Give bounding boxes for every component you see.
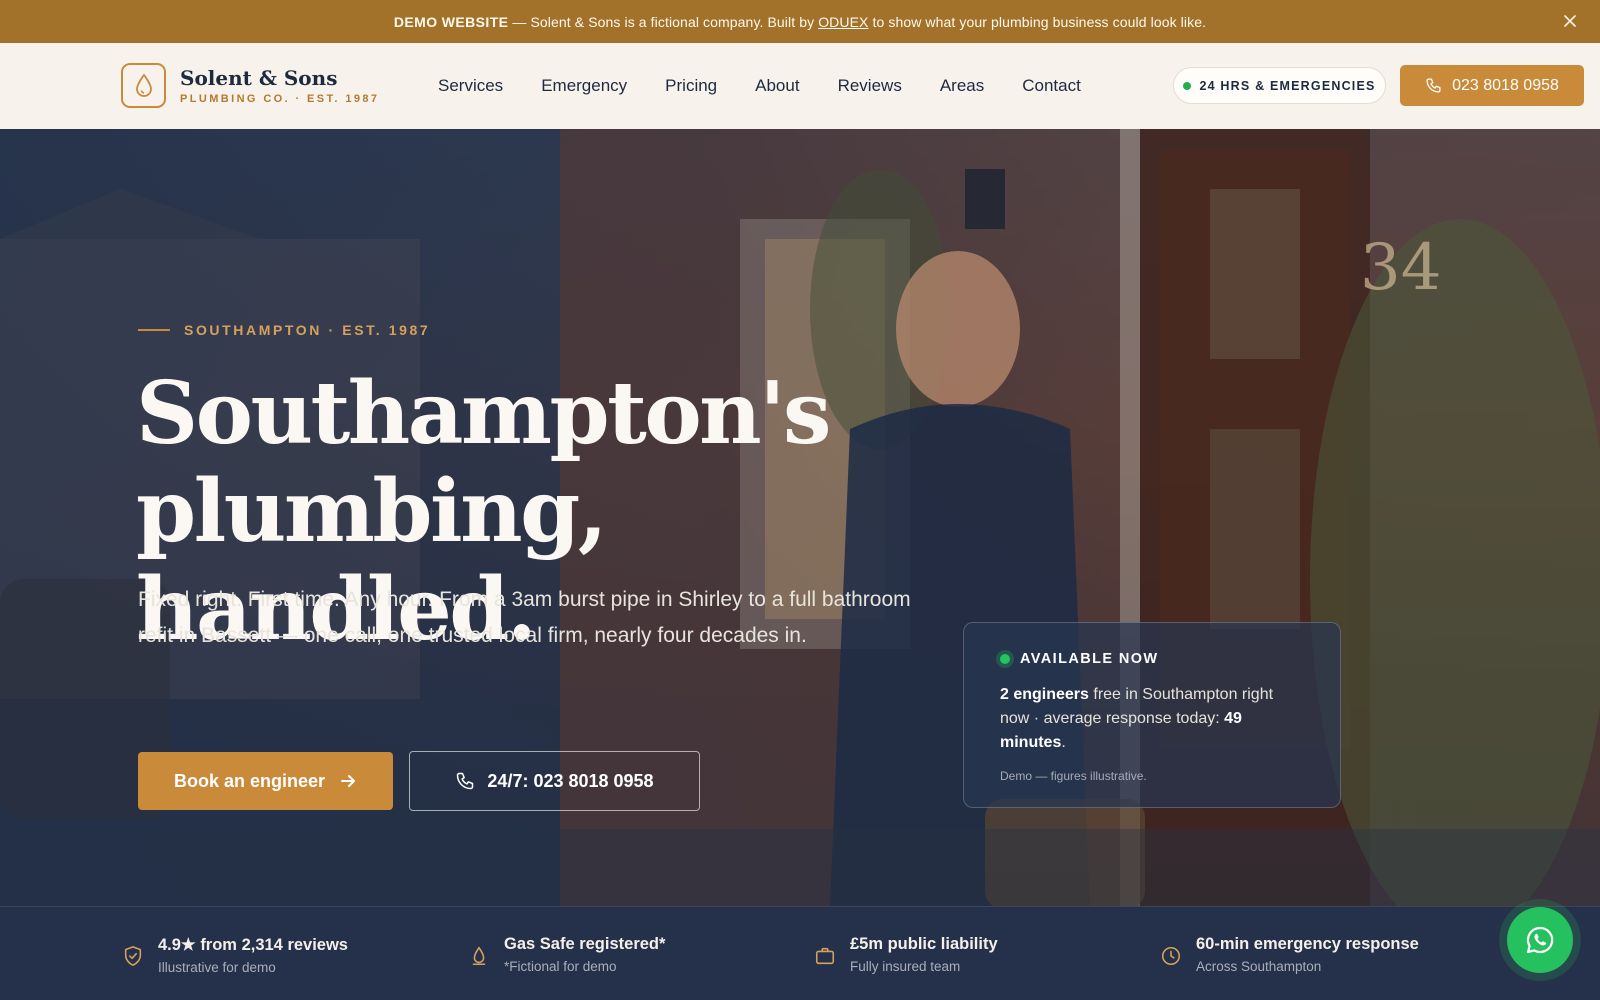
nav-services[interactable]: Services (438, 76, 503, 96)
status-dot (1000, 654, 1010, 664)
logo-name: Solent & Sons (180, 65, 338, 90)
nav-about[interactable]: About (755, 76, 799, 96)
trust-item-reviews: 4.9★ from 2,314 reviews Illustrative for… (122, 935, 348, 975)
hero-subtext: Fixed right. First time. Any hour. From … (138, 588, 911, 647)
availability-heading-text: AVAILABLE NOW (1020, 651, 1159, 667)
whatsapp-button[interactable] (1507, 907, 1573, 973)
nav-reviews[interactable]: Reviews (838, 76, 902, 96)
banner-link[interactable]: ODUEX (818, 14, 868, 30)
nav-pricing[interactable]: Pricing (665, 76, 717, 96)
briefcase-icon (815, 947, 835, 965)
logo-text: Solent & Sons PLUMBING CO. · EST. 1987 (180, 67, 379, 105)
emergency-call-button[interactable]: 24/7: 023 8018 0958 (409, 751, 700, 811)
trust-title: Gas Safe registered* (504, 935, 666, 953)
droplet-icon (121, 63, 166, 108)
nav-contact[interactable]: Contact (1022, 76, 1081, 96)
clock-icon (1161, 946, 1181, 966)
phone-icon (1426, 78, 1441, 93)
main-nav: Services Emergency Pricing About Reviews… (438, 43, 1119, 129)
demo-banner: DEMO WEBSITE — Solent & Sons is a fictio… (0, 0, 1600, 43)
trust-bar: 4.9★ from 2,314 reviews Illustrative for… (0, 906, 1600, 1000)
arrow-right-icon (341, 775, 356, 787)
emergency-call-label: 24/7: 023 8018 0958 (487, 770, 654, 791)
trust-title: 4.9★ from 2,314 reviews (158, 936, 348, 954)
trust-sub: Fully insured team (850, 959, 961, 974)
banner-strong: DEMO WEBSITE (393, 13, 509, 30)
hero-eyebrow: SOUTHAMPTON · EST. 1987 (138, 322, 430, 338)
logo[interactable]: Solent & Sons PLUMBING CO. · EST. 1987 (121, 63, 379, 108)
status-dot (1183, 81, 1192, 90)
trust-item-gas-safe: Gas Safe registered* *Fictional for demo (468, 935, 665, 974)
availability-body: 2 engineers free in Southampton right no… (1000, 683, 1304, 755)
logo-sub: PLUMBING CO. · EST. 1987 (180, 92, 380, 105)
site-header: Solent & Sons PLUMBING CO. · EST. 1987 S… (0, 43, 1600, 129)
book-engineer-button[interactable]: Book an engineer (138, 752, 393, 810)
trust-sub: Illustrative for demo (158, 960, 276, 975)
trust-item-response: 60-min emergency response Across Southam… (1160, 935, 1419, 974)
phone-icon (457, 772, 474, 790)
house-number: 34 (1360, 231, 1441, 305)
trust-item-liability: £5m public liability Fully insured team (814, 935, 998, 974)
availability-card: AVAILABLE NOW 2 engineers free in Southa… (963, 622, 1341, 808)
banner-text-after: to show what your plumbing business coul… (868, 13, 1207, 30)
availability-heading: AVAILABLE NOW (1000, 651, 1304, 667)
availability-text-end: . (1061, 734, 1066, 751)
trust-sub: Across Southampton (1196, 959, 1322, 974)
call-button-label: 023 8018 0958 (1452, 76, 1559, 94)
hero-section: 34 SOUTHAMPTON · EST. 1987 Southampton's… (0, 129, 1600, 906)
banner-text-before: — Solent & Sons is a fictional company. … (508, 13, 819, 30)
banner-text: DEMO WEBSITE — Solent & Sons is a fictio… (394, 14, 1206, 30)
nav-emergency[interactable]: Emergency (541, 76, 627, 96)
headline-line-1: Southampton's (136, 363, 831, 464)
hours-badge: 24 HRS & EMERGENCIES (1173, 67, 1386, 104)
flame-icon (472, 946, 486, 966)
close-icon[interactable] (1560, 11, 1580, 31)
shield-check-icon (124, 946, 142, 966)
call-button[interactable]: 023 8018 0958 (1400, 65, 1584, 106)
whatsapp-icon (1526, 926, 1554, 954)
book-engineer-label: Book an engineer (173, 770, 326, 791)
availability-note: Demo — figures illustrative. (1000, 769, 1147, 783)
trust-sub: *Fictional for demo (504, 959, 617, 974)
nav-areas[interactable]: Areas (940, 76, 984, 96)
engineers-count: 2 engineers (1000, 686, 1089, 703)
eyebrow-line (138, 329, 170, 331)
hours-badge-label: 24 HRS & EMERGENCIES (1199, 78, 1376, 93)
eyebrow-text: SOUTHAMPTON · EST. 1987 (184, 322, 431, 338)
trust-title: £5m public liability (850, 935, 998, 953)
trust-title: 60-min emergency response (1196, 935, 1419, 953)
